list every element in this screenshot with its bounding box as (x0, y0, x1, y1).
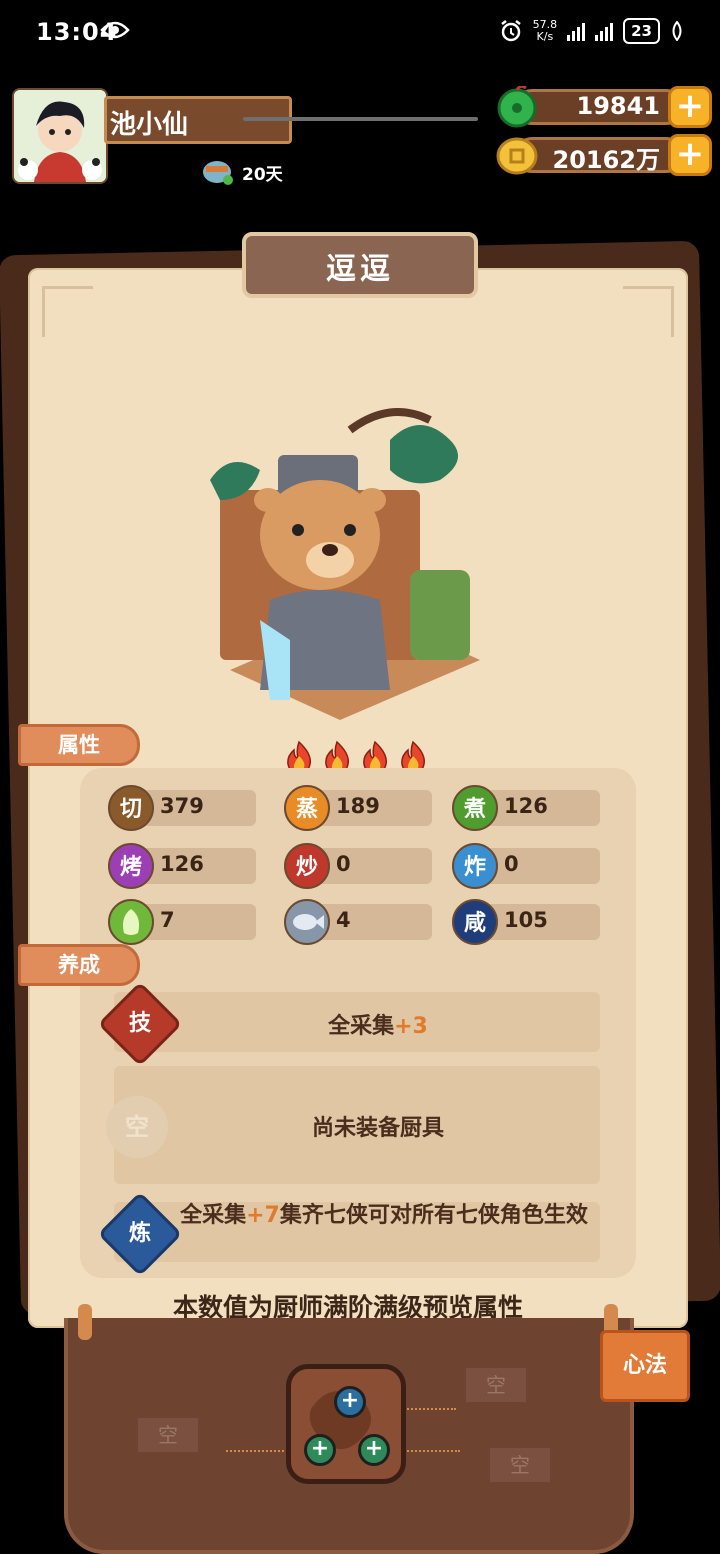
attribute-icon: 炒 (284, 843, 330, 889)
attribute-icon: 咸 (452, 899, 498, 945)
attribute-value: 4 (336, 908, 351, 932)
attribute-item: 烤 126 (108, 843, 256, 889)
attribute-value: 126 (504, 794, 548, 818)
coin-icon (496, 137, 538, 175)
attribute-item: 4 (284, 899, 432, 945)
attribute-icon: 蒸 (284, 785, 330, 831)
attribute-item: 炒0 (284, 843, 432, 889)
jade-amount: 19841 (576, 92, 661, 120)
tab-attributes: 属性 (18, 724, 140, 766)
attribute-icon: 切 (108, 785, 154, 831)
player-name: 池小仙 (110, 110, 189, 140)
eye-comfort-icon (100, 21, 130, 39)
corner-ornament (42, 286, 93, 337)
signal-icon (567, 21, 586, 41)
attribute-item: 7 (108, 899, 256, 945)
attribute-value: 379 (160, 794, 204, 818)
xinfa-center-tile[interactable] (286, 1364, 406, 1484)
attribute-value: 126 (160, 852, 204, 876)
player-avatar[interactable] (12, 88, 108, 184)
empty-slot-top-right[interactable]: 空 (466, 1368, 526, 1402)
jade-currency: 19841 + (496, 86, 712, 128)
plus-slot-blue[interactable]: + (334, 1386, 366, 1418)
attribute-item: 切 379 (108, 785, 256, 831)
alarm-icon (500, 20, 521, 42)
scroll-pin-left (78, 1304, 92, 1340)
plus-slot-green-right[interactable]: + (358, 1434, 390, 1466)
login-days: 20天 (242, 165, 283, 185)
add-jade-button[interactable]: + (668, 86, 712, 128)
experience-bar (243, 117, 478, 121)
corner-ornament (623, 286, 674, 337)
attribute-icon: 煮 (452, 785, 498, 831)
attribute-item: 咸 105 (452, 899, 600, 945)
connector-line (400, 1450, 460, 1452)
status-bar: 13:04 57.8 K/s 23 (0, 0, 720, 70)
empty-slot-left[interactable]: 空 (138, 1418, 198, 1452)
character-name: 逗逗 (326, 252, 394, 287)
vegetable-icon (108, 899, 154, 945)
equipment-status: 尚未装备厨具 (311, 1116, 444, 1141)
attribute-value: 189 (336, 794, 380, 818)
character-illustration (210, 408, 480, 720)
leaf-icon (672, 21, 682, 41)
attribute-value: 105 (504, 908, 548, 932)
coin-currency: 20162万 + (496, 134, 712, 176)
calendar-icon (203, 161, 233, 185)
coin-amount: 20162万 (552, 146, 661, 174)
attribute-value: 7 (160, 908, 175, 932)
empty-slot-bottom-right[interactable]: 空 (490, 1448, 550, 1482)
jade-icon (497, 86, 537, 128)
skill-text: 全采集+3 (328, 1014, 428, 1039)
attribute-value: 0 (504, 852, 519, 876)
attribute-icon: 烤 (108, 843, 154, 889)
equipment-slot-empty[interactable]: 空 (106, 1096, 168, 1158)
attribute-icon: 炸 (452, 843, 498, 889)
network-speed: 57.8 K/s (532, 18, 558, 43)
xinfa-button[interactable]: 心法 (600, 1330, 690, 1402)
plus-slot-green-left[interactable]: + (304, 1434, 336, 1466)
attribute-item: 煮 126 (452, 785, 600, 831)
battery-indicator: 23 (623, 18, 660, 44)
refine-text: 全采集+7集齐七侠可对所有七侠角色生效 (180, 1203, 588, 1228)
tab-cultivation: 养成 (18, 944, 140, 986)
fish-icon (284, 899, 330, 945)
add-coin-button[interactable]: + (668, 134, 712, 176)
attribute-item: 炸0 (452, 843, 600, 889)
signal-icon-2 (595, 21, 614, 41)
attribute-value: 0 (336, 852, 351, 876)
attribute-item: 蒸 189 (284, 785, 432, 831)
